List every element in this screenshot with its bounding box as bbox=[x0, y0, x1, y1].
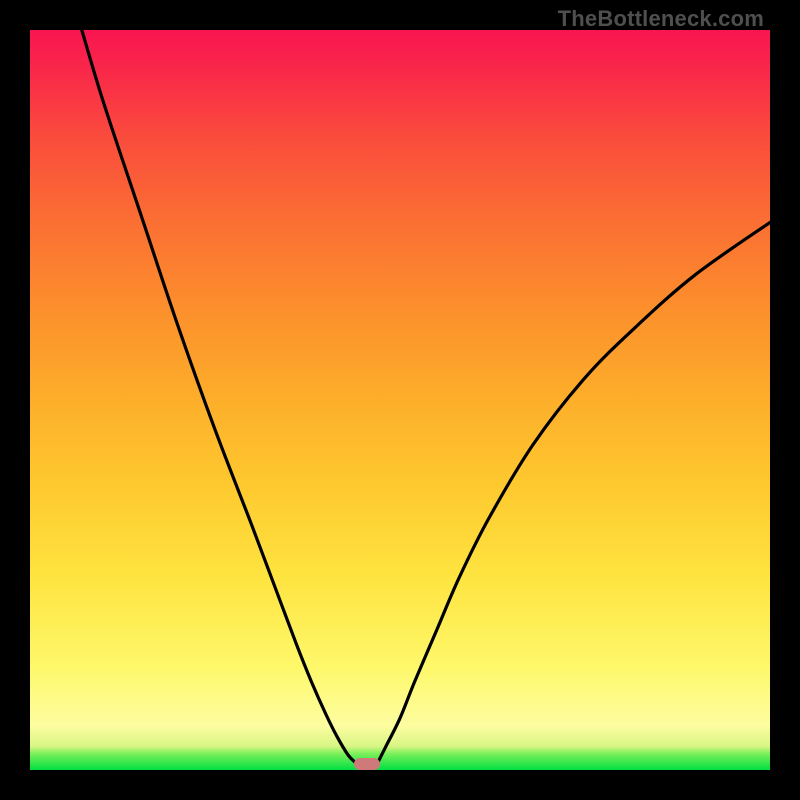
plot-frame bbox=[30, 30, 770, 770]
watermark-text: TheBottleneck.com bbox=[558, 6, 764, 32]
optimal-point-marker bbox=[354, 758, 380, 770]
bottleneck-curve bbox=[30, 30, 770, 770]
curve-right-branch bbox=[378, 222, 770, 762]
curve-left-branch bbox=[82, 30, 356, 763]
